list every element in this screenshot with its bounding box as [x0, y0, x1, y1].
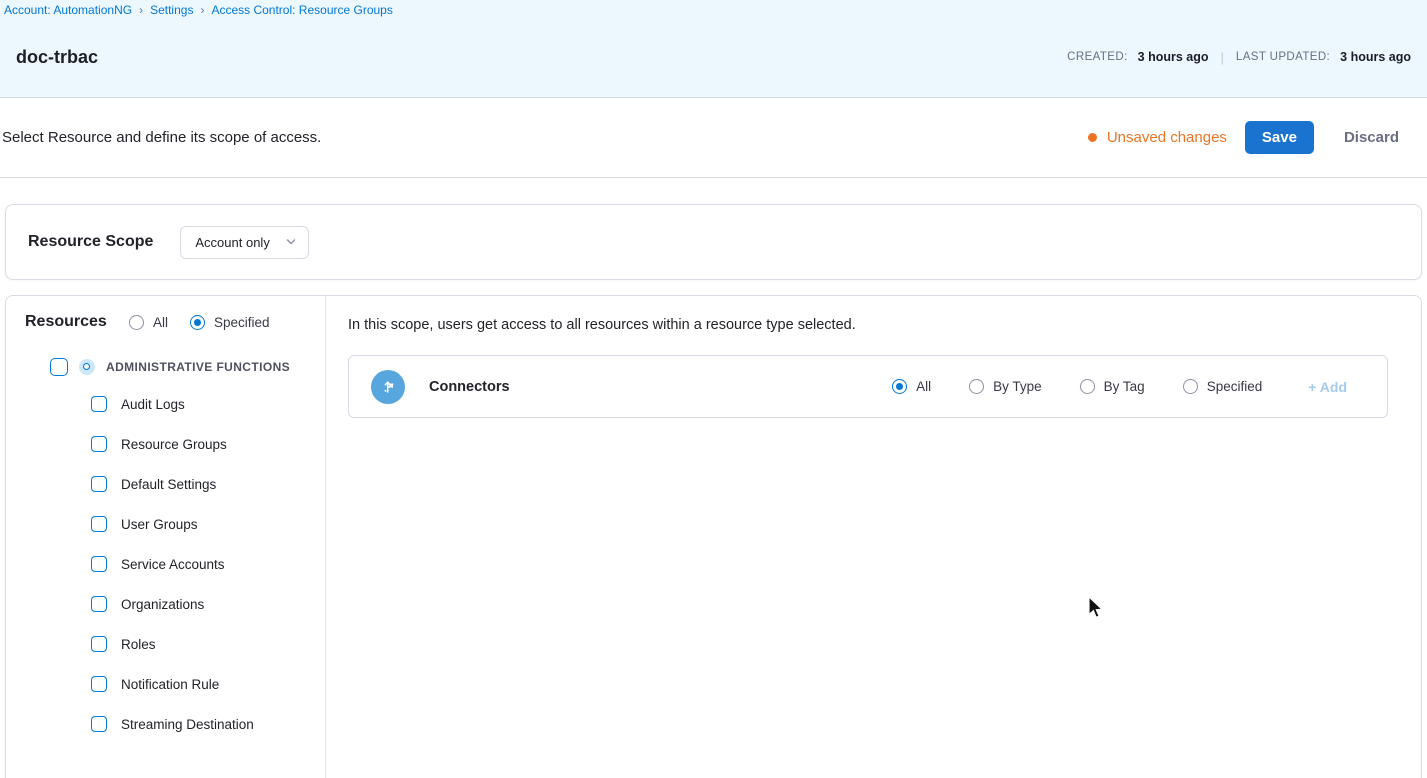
- radio-label: All: [916, 379, 931, 394]
- radio-icon-selected[interactable]: [892, 379, 907, 394]
- page-header: Account: AutomationNG › Settings › Acces…: [0, 0, 1427, 98]
- radio-icon-selected[interactable]: [190, 315, 205, 330]
- dot-circle-icon[interactable]: [79, 359, 95, 375]
- created-value: 3 hours ago: [1138, 50, 1209, 64]
- unsaved-changes-badge: Unsaved changes: [1088, 129, 1227, 146]
- save-button[interactable]: Save: [1245, 121, 1314, 154]
- tree-items: Audit Logs Resource Groups Default Setti…: [6, 384, 325, 744]
- group-label: ADMINISTRATIVE FUNCTIONS: [106, 360, 290, 374]
- checkbox[interactable]: [91, 396, 107, 412]
- chevron-down-icon: [286, 237, 296, 247]
- connectors-all-radio[interactable]: All: [892, 379, 931, 394]
- last-updated-label: LAST UPDATED:: [1236, 51, 1330, 63]
- radio-icon[interactable]: [969, 379, 984, 394]
- resource-scope-dropdown-value: Account only: [195, 235, 269, 250]
- page-title: doc-trbac: [16, 47, 98, 68]
- connector-icon: [371, 370, 405, 404]
- tree-item-label: Resource Groups: [121, 437, 227, 452]
- tree-item-service-accounts[interactable]: Service Accounts: [6, 544, 325, 584]
- resources-mode-specified-radio[interactable]: Specified: [190, 315, 270, 330]
- connectors-row: Connectors All By Type By Tag: [348, 355, 1388, 418]
- tree-item-label: Audit Logs: [121, 397, 185, 412]
- add-resources-link[interactable]: + Add: [1308, 379, 1347, 395]
- main-content: Resource Scope Account only Resources Al…: [0, 178, 1427, 778]
- tree-item-label: Organizations: [121, 597, 204, 612]
- timestamps: CREATED: 3 hours ago | LAST UPDATED: 3 h…: [1067, 50, 1411, 65]
- tree-item-label: Service Accounts: [121, 557, 225, 572]
- checkbox[interactable]: [91, 436, 107, 452]
- toolbar: Select Resource and define its scope of …: [0, 98, 1427, 178]
- resources-title: Resources: [25, 313, 129, 331]
- chevron-right-icon: ›: [139, 4, 143, 16]
- header-row: doc-trbac CREATED: 3 hours ago | LAST UP…: [0, 17, 1427, 97]
- tree-item-organizations[interactable]: Organizations: [6, 584, 325, 624]
- tree-item-resource-groups[interactable]: Resource Groups: [6, 424, 325, 464]
- toolbar-description: Select Resource and define its scope of …: [2, 129, 321, 146]
- tree-item-notification-rule[interactable]: Notification Rule: [6, 664, 325, 704]
- chevron-right-icon: ›: [200, 4, 204, 16]
- connectors-by-type-radio[interactable]: By Type: [969, 379, 1042, 394]
- tree-item-label: User Groups: [121, 517, 198, 532]
- connectors-label: Connectors: [429, 379, 510, 395]
- radio-label: Specified: [214, 315, 270, 330]
- radio-label: By Tag: [1104, 379, 1145, 394]
- radio-label: By Type: [993, 379, 1042, 394]
- orange-dot-icon: [1088, 133, 1097, 142]
- radio-label: All: [153, 315, 168, 330]
- tree-item-label: Notification Rule: [121, 677, 219, 692]
- breadcrumb: Account: AutomationNG › Settings › Acces…: [0, 0, 1427, 17]
- discard-button[interactable]: Discard: [1344, 129, 1399, 146]
- resource-scope-label: Resource Scope: [28, 233, 153, 251]
- checkbox[interactable]: [91, 556, 107, 572]
- checkbox[interactable]: [91, 636, 107, 652]
- last-updated-value: 3 hours ago: [1340, 50, 1411, 64]
- access-control-page: Account: AutomationNG › Settings › Acces…: [0, 0, 1427, 778]
- checkbox[interactable]: [91, 476, 107, 492]
- tree-item-label: Streaming Destination: [121, 717, 254, 732]
- connectors-specified-radio[interactable]: Specified: [1183, 379, 1263, 394]
- resources-header: Resources All Specified: [6, 313, 325, 331]
- tree-item-streaming-destination[interactable]: Streaming Destination: [6, 704, 325, 744]
- scope-detail-pane: In this scope, users get access to all r…: [326, 296, 1421, 778]
- unsaved-changes-label: Unsaved changes: [1107, 129, 1227, 146]
- radio-icon[interactable]: [1183, 379, 1198, 394]
- breadcrumb-settings-link[interactable]: Settings: [150, 3, 193, 17]
- tree-item-label: Roles: [121, 637, 156, 652]
- checkbox[interactable]: [91, 676, 107, 692]
- tree-item-roles[interactable]: Roles: [6, 624, 325, 664]
- resources-card: Resources All Specified ADMINISTRATIVE: [5, 295, 1422, 778]
- group-checkbox[interactable]: [50, 358, 68, 376]
- resources-mode-all-radio[interactable]: All: [129, 315, 168, 330]
- checkbox[interactable]: [91, 516, 107, 532]
- resources-tree: ADMINISTRATIVE FUNCTIONS Audit Logs Reso…: [6, 331, 325, 744]
- meta-divider: |: [1219, 50, 1226, 65]
- created-label: CREATED:: [1067, 51, 1128, 63]
- scope-description: In this scope, users get access to all r…: [348, 317, 1388, 333]
- resource-scope-card: Resource Scope Account only: [5, 204, 1422, 280]
- resources-tree-pane: Resources All Specified ADMINISTRATIVE: [6, 296, 326, 778]
- breadcrumb-account-link[interactable]: Account: AutomationNG: [4, 3, 132, 17]
- tree-item-label: Default Settings: [121, 477, 216, 492]
- checkbox[interactable]: [91, 596, 107, 612]
- checkbox[interactable]: [91, 716, 107, 732]
- radio-icon[interactable]: [1080, 379, 1095, 394]
- resource-scope-dropdown[interactable]: Account only: [180, 226, 308, 259]
- radio-icon[interactable]: [129, 315, 144, 330]
- tree-group-administrative-functions[interactable]: ADMINISTRATIVE FUNCTIONS: [6, 358, 325, 376]
- toolbar-actions: Unsaved changes Save Discard: [1088, 121, 1399, 154]
- tree-item-audit-logs[interactable]: Audit Logs: [6, 384, 325, 424]
- breadcrumb-resource-groups-link[interactable]: Access Control: Resource Groups: [211, 3, 392, 17]
- connectors-by-tag-radio[interactable]: By Tag: [1080, 379, 1145, 394]
- tree-item-default-settings[interactable]: Default Settings: [6, 464, 325, 504]
- connectors-scope-radios: All By Type By Tag Specified: [892, 379, 1262, 394]
- tree-item-user-groups[interactable]: User Groups: [6, 504, 325, 544]
- radio-label: Specified: [1207, 379, 1263, 394]
